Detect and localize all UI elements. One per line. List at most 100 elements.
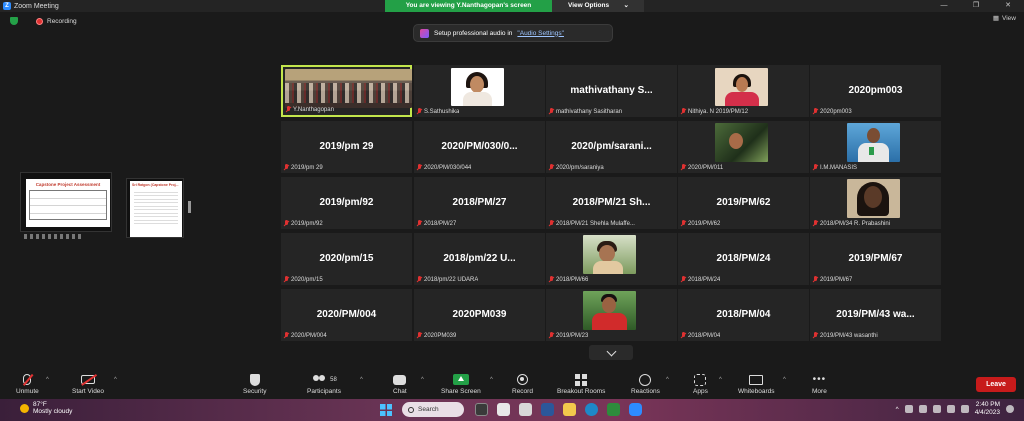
store-app-icon[interactable] (519, 403, 532, 416)
whiteboards-caret[interactable]: ^ (783, 377, 786, 383)
participants-button[interactable]: 58 Participants (307, 373, 341, 395)
taskbar-search[interactable]: Search (402, 402, 464, 417)
participant-name-label: 2018/pm/22 UDARA (416, 275, 478, 284)
participant-tile[interactable]: 2018/PM/21 Sh... 2018/PM/21 Shehla Mulaff… (546, 177, 677, 229)
share-caret[interactable]: ^ (490, 377, 493, 383)
participant-tile[interactable]: 2020/PM/011 (678, 121, 809, 173)
unmute-button[interactable]: Unmute (16, 373, 39, 395)
chat-button[interactable]: Chat (393, 373, 407, 395)
participant-name-label: 2020/PM/030/044 (416, 163, 471, 172)
reactions-caret[interactable]: ^ (666, 377, 669, 383)
chat-caret[interactable]: ^ (421, 377, 424, 383)
participant-tile[interactable]: mathivathany S... mathivathany Sasitharan (546, 65, 677, 117)
apps-button[interactable]: Apps (693, 373, 708, 395)
word-app-icon[interactable] (541, 403, 554, 416)
participant-name: 2018/pm/22 UDARA (424, 276, 479, 283)
security-button[interactable]: Security (243, 373, 266, 395)
wifi-icon[interactable] (932, 405, 941, 413)
participant-tile[interactable]: 2018/pm/22 U... 2018/pm/22 UDARA (414, 233, 545, 285)
participant-name: 2019/PM/43 wasanthi (820, 332, 878, 339)
record-label: Record (512, 388, 533, 395)
muted-mic-icon (680, 220, 686, 227)
muted-mic-icon (283, 220, 289, 227)
view-options-button[interactable]: View Options ⌄ (552, 0, 644, 12)
participant-tile[interactable]: 2018/PM/66 (546, 233, 677, 285)
security-tray-icon[interactable] (918, 405, 927, 413)
participant-display-name: 2018/PM/04 (716, 309, 771, 320)
windows-start-icon[interactable] (380, 404, 392, 416)
system-tray: ^ 2:40 PM 4/4/2023 (896, 401, 1014, 417)
edge-browser-icon[interactable] (585, 403, 598, 416)
windows-taskbar: 87°F Mostly cloudy Search ^ 2:40 PM 4/4/… (0, 399, 1024, 421)
participant-tile[interactable]: 2020/PM/004 2020/PM/004 (281, 289, 412, 341)
participant-tile[interactable]: 2018/PM/04 2018/PM/04 (678, 289, 809, 341)
apps-caret[interactable]: ^ (719, 377, 722, 383)
participant-tile[interactable]: 2019/pm 29 2019/pm 29 (281, 121, 412, 173)
volume-icon[interactable] (946, 405, 955, 413)
participant-tile[interactable]: 2020/pm/sarani... 2020/pm/saraniya (546, 121, 677, 173)
participants-caret[interactable]: ^ (360, 377, 363, 383)
scrollbar[interactable] (188, 201, 191, 213)
participant-name: 2020PM039 (424, 332, 457, 339)
share-screen-button[interactable]: Share Screen (441, 373, 481, 395)
participant-name: 2018/PM/04 (688, 332, 721, 339)
more-button[interactable]: ••• More (812, 373, 827, 395)
participant-tile[interactable]: S.Sathushika (414, 65, 545, 117)
participant-tile[interactable]: 2019/PM/67 2019/PM/67 (810, 233, 941, 285)
participant-video (715, 68, 768, 106)
participant-tile[interactable]: 2018/PM/34 R. Prabashini (810, 177, 941, 229)
participant-tile[interactable]: I.M.MANASIS (810, 121, 941, 173)
file-explorer-icon[interactable] (563, 403, 576, 416)
close-button[interactable]: ✕ (992, 0, 1024, 12)
excel-app-icon[interactable] (607, 403, 620, 416)
participant-name: 2020/PM/011 (688, 164, 724, 171)
muted-mic-icon (812, 220, 818, 227)
participant-tile[interactable]: 2020/PM/030/0... 2020/PM/030/044 (414, 121, 545, 173)
participant-tile[interactable]: 2020PM039 2020PM039 (414, 289, 545, 341)
restore-button[interactable]: ❐ (960, 0, 992, 12)
tray-overflow-icon[interactable]: ^ (896, 406, 899, 413)
leave-button[interactable]: Leave (976, 377, 1016, 392)
breakout-rooms-button[interactable]: Breakout Rooms (557, 373, 605, 395)
clock[interactable]: 2:40 PM 4/4/2023 (975, 401, 1000, 417)
minimize-button[interactable]: — (928, 0, 960, 12)
battery-icon[interactable] (960, 405, 969, 413)
chevron-down-icon[interactable] (589, 345, 633, 360)
record-button[interactable]: Record (512, 373, 533, 395)
muted-mic-icon (812, 108, 818, 115)
task-view-icon[interactable] (475, 403, 488, 416)
audio-settings-link[interactable]: "Audio Settings" (517, 30, 564, 37)
participant-tile[interactable]: 2019/PM/43 wa... 2019/PM/43 wasanthi (810, 289, 941, 341)
participant-tile[interactable]: 2018/PM/24 2018/PM/24 (678, 233, 809, 285)
zoom-logo-icon: Z (3, 2, 11, 10)
breakout-rooms-icon (575, 373, 588, 386)
shield-icon[interactable] (10, 17, 18, 25)
video-options-caret[interactable]: ^ (114, 377, 117, 383)
participant-display-name: 2019/pm 29 (319, 141, 374, 152)
participant-tile[interactable]: 2019/pm/92 2019/pm/92 (281, 177, 412, 229)
whiteboards-button[interactable]: Whiteboards (738, 373, 775, 395)
slide-thumbnail[interactable]: Capstone Project Assessment (20, 172, 112, 239)
weather-widget[interactable]: 87°F Mostly cloudy (20, 401, 72, 415)
participant-display-name: 2018/PM/21 Sh... (572, 197, 651, 208)
participant-tile[interactable]: Nithiya. N 2019/PM/12 (678, 65, 809, 117)
slide-thumbnail[interactable]: Sri Ratgon (Capstone Proj... (126, 178, 191, 238)
start-video-button[interactable]: Start Video (72, 373, 104, 395)
view-button[interactable]: ▦ View (993, 14, 1016, 23)
participant-tile[interactable]: 2020/pm/15 2020/pm/15 (281, 233, 412, 285)
participant-tile[interactable]: 2018/PM/27 2018/PM/27 (414, 177, 545, 229)
participant-tile[interactable]: 2020pm003 2020pm003 (810, 65, 941, 117)
participant-tile[interactable]: 2019/PM/23 (546, 289, 677, 341)
participant-name-label: 2019/pm/92 (283, 219, 323, 228)
muted-mic-icon (548, 164, 554, 171)
participant-tile[interactable]: 2019/PM/62 2019/PM/62 (678, 177, 809, 229)
onedrive-icon[interactable] (904, 405, 913, 413)
notification-icon[interactable] (1006, 405, 1014, 413)
explorer-app-icon[interactable] (497, 403, 510, 416)
reactions-button[interactable]: Reactions (631, 373, 660, 395)
slide-title: Capstone Project Assessment (35, 182, 101, 187)
zoom-app-icon[interactable] (629, 403, 642, 416)
participant-tile[interactable]: Y.Nanthagopan (281, 65, 412, 117)
audio-options-caret[interactable]: ^ (46, 377, 49, 383)
participant-video (451, 68, 504, 106)
